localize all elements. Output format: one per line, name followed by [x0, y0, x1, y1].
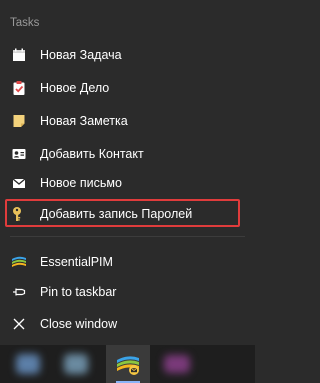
- task-label: Новое письмо: [40, 175, 122, 190]
- task-label: Добавить Контакт: [40, 146, 144, 161]
- taskbar-app-2[interactable]: [56, 345, 96, 383]
- task-label: Новая Задача: [40, 47, 122, 62]
- task-new-mail[interactable]: Новое письмо: [0, 166, 255, 199]
- action-label: Close window: [40, 316, 118, 331]
- task-new-task[interactable]: Новая Задача: [0, 38, 255, 71]
- taskbar: [0, 345, 255, 383]
- task-label: Добавить запись Паролей: [40, 206, 193, 221]
- pin-to-taskbar[interactable]: Pin to taskbar: [0, 275, 255, 308]
- blurred-app-icon: [164, 355, 190, 373]
- clipboard-check-icon: [13, 80, 25, 95]
- essentialpim-taskbar-icon: [117, 356, 139, 375]
- blurred-app-icon: [16, 354, 40, 374]
- contact-card-icon: [12, 148, 26, 159]
- calendar-icon: [13, 48, 25, 61]
- essentialpim-logo-icon: [12, 256, 26, 267]
- divider: [10, 236, 245, 237]
- action-label: Pin to taskbar: [40, 284, 117, 299]
- task-label: Новая Заметка: [40, 113, 128, 128]
- pin-icon: [13, 288, 26, 295]
- jump-list: Tasks Новая Задача Новое Дело Новая Заме…: [0, 0, 255, 345]
- section-title-tasks: Tasks: [10, 17, 40, 29]
- close-icon: [13, 318, 25, 329]
- app-essentialpim[interactable]: EssentialPIM: [0, 245, 255, 278]
- taskbar-app-4[interactable]: [158, 345, 198, 383]
- close-window[interactable]: Close window: [0, 307, 255, 340]
- taskbar-essentialpim[interactable]: [106, 345, 150, 383]
- app-label: EssentialPIM: [40, 254, 113, 269]
- taskbar-app-1[interactable]: [8, 345, 48, 383]
- task-add-password-entry[interactable]: Добавить запись Паролей: [0, 197, 255, 230]
- mail-icon: [12, 178, 26, 188]
- note-icon: [13, 114, 25, 127]
- task-new-note[interactable]: Новая Заметка: [0, 104, 255, 137]
- blurred-app-icon: [64, 354, 88, 374]
- task-new-todo[interactable]: Новое Дело: [0, 71, 255, 104]
- key-icon: [13, 206, 21, 221]
- task-label: Новое Дело: [40, 80, 110, 95]
